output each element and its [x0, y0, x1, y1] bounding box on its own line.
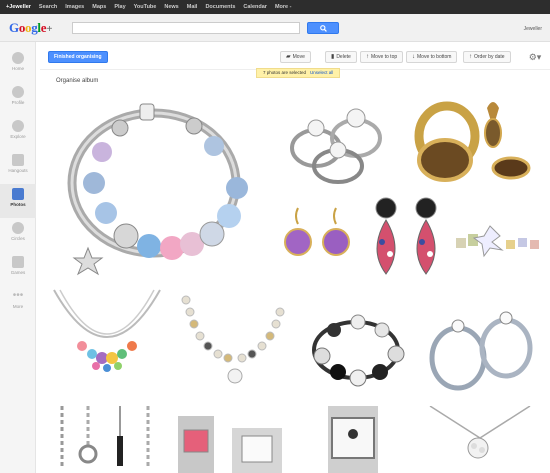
rail-item-more[interactable]: ••• More [0, 286, 36, 320]
google-bar-item-calendar[interactable]: Calendar [243, 4, 267, 10]
google-bar-item-maps[interactable]: Maps [92, 4, 106, 10]
rail-item-label: Home [11, 66, 24, 71]
album-toolbar: Finished organising ▰ Move ▮ Delete ↑ Move … [40, 42, 550, 70]
rail-item-label: Hangouts [8, 168, 28, 173]
rail-item-label: More [12, 304, 24, 309]
rail-item-home[interactable]: Home [0, 48, 36, 82]
folder-icon: ▰ [286, 54, 291, 60]
google-bar-item-search[interactable]: Search [39, 4, 57, 10]
profile-icon [12, 86, 24, 98]
trash-icon: ▮ [331, 54, 335, 60]
rail-item-games[interactable]: Games [0, 252, 36, 286]
charm-bracelet-image [67, 103, 248, 276]
move-to-top-label: Move to top [371, 54, 398, 60]
unselect-all-link[interactable]: Unselect all [310, 70, 333, 75]
diamond-rings-image [290, 108, 382, 184]
move-to-bottom-label: Move to bottom [417, 54, 452, 60]
mesh-watches-image [178, 416, 282, 473]
gold-jewelry-image [414, 101, 531, 182]
photo-butterfly-bracelet[interactable] [450, 208, 546, 282]
photo-gold-jewelry-set[interactable] [405, 88, 545, 196]
photo-gem-necklace[interactable] [44, 284, 170, 404]
explore-icon [12, 120, 24, 132]
gear-icon[interactable]: ⚙▾ [527, 51, 543, 63]
header: Google+ Jeweller [0, 14, 550, 42]
photo-amethyst-earrings[interactable] [276, 198, 362, 282]
arrow-down-icon: ↓ [412, 54, 415, 60]
search-button[interactable] [307, 22, 339, 34]
arrow-up-icon: ↑ [366, 54, 369, 60]
google-bar-item-mail[interactable]: Mail [187, 4, 198, 10]
delete-label: Delete [336, 54, 351, 60]
amethyst-earrings-image [284, 207, 350, 256]
rail-item-hangouts[interactable]: Hangouts [0, 150, 36, 184]
google-bar-item-documents[interactable]: Documents [205, 4, 235, 10]
order-by-date-label: Order by date [474, 54, 505, 60]
rail-item-profile[interactable]: Profile [0, 82, 36, 116]
selection-count: 7 photos are selected [263, 70, 307, 75]
rail-item-explore[interactable]: Explore [0, 116, 36, 150]
album-title: Organise album [56, 78, 99, 84]
rail-item-circles[interactable]: Circles [0, 218, 36, 252]
pearl-necklace-image [181, 295, 285, 384]
photo-square-watch[interactable] [298, 406, 418, 473]
rail-item-label: Explore [10, 134, 26, 139]
google-bar-item-news[interactable]: News [164, 4, 178, 10]
circles-icon [12, 222, 24, 234]
pendant-necklace-image [429, 406, 531, 459]
google-bar-item-play[interactable]: Play [114, 4, 125, 10]
rail-item-label: Circles [11, 236, 25, 241]
move-label: Move [292, 54, 305, 60]
photo-charm-bracelet[interactable] [44, 88, 272, 283]
move-to-top-button[interactable]: ↑ Move to top [360, 51, 404, 63]
hangouts-icon [12, 154, 24, 166]
gem-necklace-image [53, 289, 161, 372]
photo-diamond-rings[interactable] [276, 88, 402, 196]
games-icon [12, 256, 24, 268]
square-watch-image [328, 406, 378, 473]
finished-organising-button[interactable]: Finished organising [48, 51, 108, 63]
move-to-bottom-button[interactable]: ↓ Move to bottom [406, 51, 458, 63]
google-plus-logo[interactable]: Google+ [9, 20, 52, 36]
move-button[interactable]: ▰ Move [280, 51, 311, 63]
home-icon [12, 52, 24, 64]
google-bar: +Jeweller Search Images Maps Play YouTub… [0, 0, 550, 14]
google-bar-item-more[interactable]: More - [275, 4, 292, 10]
google-bar-item-images[interactable]: Images [65, 4, 84, 10]
photo-chain-necklaces[interactable] [44, 406, 166, 473]
photo-pearl-necklace[interactable] [172, 284, 296, 404]
enamel-earrings-image [375, 197, 437, 275]
rail-item-label: Profile [11, 100, 25, 105]
left-rail: Home Profile Explore Hangouts Photos Cir… [0, 42, 36, 473]
search-input[interactable] [72, 22, 300, 34]
photo-mesh-watches[interactable] [168, 406, 296, 473]
search-icon [319, 24, 327, 32]
photo-pendant-necklace[interactable] [420, 406, 546, 473]
rail-item-label: Photos [10, 202, 26, 207]
order-by-date-button[interactable]: ↑ Order by date [463, 51, 511, 63]
chain-necklaces-image [60, 406, 150, 466]
arrow-up-icon: ↑ [469, 54, 472, 60]
photo-black-silver-bracelet[interactable] [298, 300, 418, 404]
photo-platinum-rings[interactable] [420, 300, 546, 404]
selection-notice: 7 photos are selected Unselect all [256, 68, 341, 78]
google-bar-item-youtube[interactable]: YouTube [134, 4, 157, 10]
more-icon: ••• [12, 290, 24, 301]
photos-icon [12, 188, 24, 200]
user-name[interactable]: Jeweller [524, 26, 542, 32]
black-silver-bracelet-image [312, 314, 405, 387]
rail-item-label: Games [10, 270, 26, 275]
platinum-rings-image [429, 311, 533, 391]
butterfly-bracelet-image [456, 225, 539, 258]
google-bar-item-jeweller[interactable]: +Jeweller [6, 4, 31, 10]
delete-button[interactable]: ▮ Delete [325, 51, 357, 63]
google-bar-nav: +Jeweller Search Images Maps Play YouTub… [6, 0, 299, 14]
photo-enamel-earrings[interactable] [364, 192, 448, 282]
rail-item-photos[interactable]: Photos [0, 184, 36, 218]
